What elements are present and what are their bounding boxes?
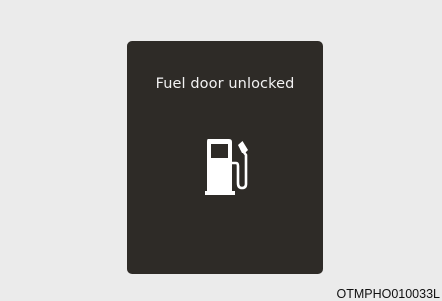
image-code-caption: OTMPHO010033L [336, 287, 440, 301]
cluster-display: Fuel door unlocked [127, 41, 323, 274]
fuel-door-message: Fuel door unlocked [155, 76, 295, 92]
fuel-pump-icon [205, 139, 249, 195]
